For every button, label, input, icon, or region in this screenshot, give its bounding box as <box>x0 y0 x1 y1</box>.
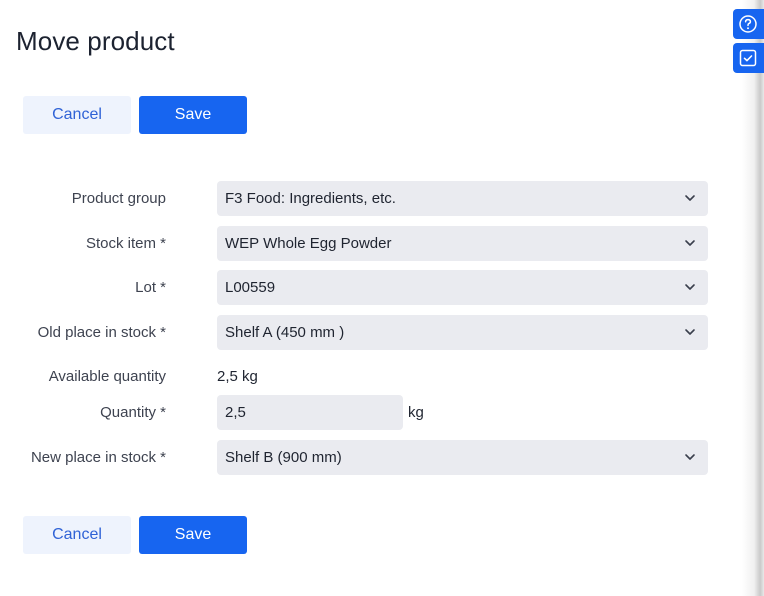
available-quantity-value: 2,5 kg <box>217 368 258 385</box>
chevron-down-icon <box>685 284 695 290</box>
product-group-label: Product group <box>71 190 166 207</box>
old-place-value: Shelf A (450 mm ) <box>225 324 345 341</box>
lot-label: Lot * <box>135 279 166 296</box>
old-place-select[interactable]: Shelf A (450 mm ) <box>217 315 708 350</box>
chevron-down-icon <box>685 195 695 201</box>
page-title: Move product <box>16 26 175 56</box>
lot-select[interactable]: L00559 <box>217 270 708 305</box>
new-place-label: New place in stock * <box>30 449 166 466</box>
help-tab-button[interactable] <box>733 9 764 39</box>
quantity-row: Quantity * kg <box>0 395 720 430</box>
stock-item-value: WEP Whole Egg Powder <box>225 235 392 252</box>
question-circle-icon <box>739 15 757 33</box>
lot-row: Lot * L00559 <box>0 270 720 305</box>
side-panel-edge <box>742 0 764 596</box>
chevron-down-icon <box>685 454 695 460</box>
product-group-value: F3 Food: Ingredients, etc. <box>225 190 396 207</box>
tasks-tab-button[interactable] <box>733 43 764 73</box>
stock-item-label: Stock item * <box>85 235 166 252</box>
stock-item-select[interactable]: WEP Whole Egg Powder <box>217 226 708 261</box>
chevron-down-icon <box>685 329 695 335</box>
old-place-label: Old place in stock * <box>37 324 166 341</box>
product-group-row: Product group F3 Food: Ingredients, etc. <box>0 181 720 216</box>
cancel-button[interactable]: Cancel <box>23 96 131 134</box>
available-quantity-row: Available quantity 2,5 kg <box>0 359 720 394</box>
save-button-bottom[interactable]: Save <box>139 516 247 554</box>
old-place-row: Old place in stock * Shelf A (450 mm ) <box>0 315 720 350</box>
save-button[interactable]: Save <box>139 96 247 134</box>
quantity-input[interactable] <box>217 395 403 430</box>
new-place-value: Shelf B (900 mm) <box>225 449 342 466</box>
quantity-label: Quantity * <box>100 404 166 421</box>
chevron-down-icon <box>685 240 695 246</box>
product-group-select[interactable]: F3 Food: Ingredients, etc. <box>217 181 708 216</box>
checkbox-icon <box>739 49 757 67</box>
stock-item-row: Stock item * WEP Whole Egg Powder <box>0 226 720 261</box>
available-quantity-label: Available quantity <box>48 368 166 385</box>
new-place-row: New place in stock * Shelf B (900 mm) <box>0 440 720 475</box>
new-place-select[interactable]: Shelf B (900 mm) <box>217 440 708 475</box>
cancel-button-bottom[interactable]: Cancel <box>23 516 131 554</box>
lot-value: L00559 <box>225 279 276 296</box>
quantity-unit: kg <box>408 404 424 421</box>
